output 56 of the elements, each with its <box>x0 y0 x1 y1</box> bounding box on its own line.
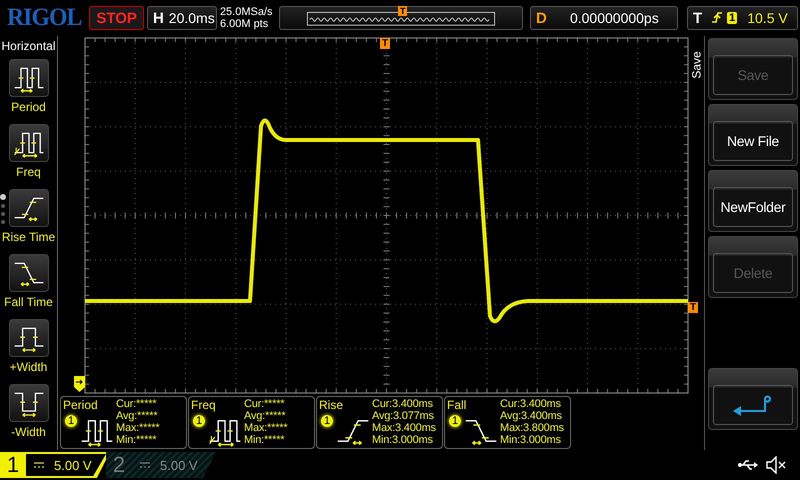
measure-label: Fall Time <box>4 295 53 309</box>
measurement-value: Min:***** <box>244 434 286 446</box>
measurement-value: Cur:***** <box>116 398 158 410</box>
timebase-display[interactable]: H 20.0ms <box>146 6 217 30</box>
measurement-value: Avg:3.400ms <box>500 410 563 422</box>
channel-badge: 1 <box>65 415 77 427</box>
channel-badge: 1 <box>449 415 461 427</box>
softkey-button[interactable]: New File <box>708 104 798 166</box>
measurement-value: Avg:3.077ms <box>372 410 435 422</box>
trigger-position-marker: T <box>380 38 390 49</box>
measurement-name: Freq <box>191 398 217 412</box>
trigger-level: 10.5 V <box>747 10 788 26</box>
measurement-name: Period <box>63 398 99 412</box>
measurement-value: Cur:3.400ms <box>372 398 434 410</box>
measurement-value: Max:***** <box>244 422 288 434</box>
channel-badge: 1 <box>193 415 205 427</box>
measure-label: Freq <box>16 165 41 179</box>
measure-label: -Width <box>11 425 46 439</box>
measurement-name: Fall <box>447 398 468 412</box>
measurement-value: Avg:***** <box>116 410 158 422</box>
softkey-button[interactable]: NewFolder <box>708 170 798 232</box>
measurement-value: Min:3.000ms <box>372 434 434 446</box>
channel-number: 2 <box>112 452 126 478</box>
measurement-value: Avg:***** <box>244 410 286 422</box>
channel-number: 1 <box>6 452 20 478</box>
measurement-value: Max:3.800ms <box>500 422 564 434</box>
trigger-position-marker: T <box>398 6 408 16</box>
brand-logo: RIGOL <box>6 4 82 32</box>
measurement-value: Cur:3.400ms <box>500 398 562 410</box>
trigger-level-marker: T <box>688 302 698 313</box>
measurement-value: Min:3.000ms <box>500 434 562 446</box>
measure-label: Rise Time <box>2 230 56 244</box>
menu-title: Save <box>690 51 704 79</box>
memory-depth: 6.00M pts <box>220 18 270 30</box>
channel-tab[interactable]: 2 5.00 V <box>106 452 216 478</box>
trigger-display[interactable]: T 1 10.5 V <box>686 6 798 30</box>
measurement-value: Max:3.400ms <box>372 422 436 434</box>
measurement-value: Min:***** <box>116 434 158 446</box>
measure-label: +Width <box>10 360 48 374</box>
channel-badge: 1 <box>321 415 333 427</box>
delay-value: 0.00000000ps <box>568 10 660 26</box>
delay-display[interactable]: D 0.00000000ps <box>530 6 678 30</box>
timebase-value: 20.0ms <box>168 10 215 26</box>
channel-scale: 5.00 V <box>54 458 92 472</box>
sample-rate: 25.0MSa/s <box>220 6 274 18</box>
stop-button[interactable]: STOP <box>89 6 144 30</box>
measurement-value: Cur:***** <box>244 398 286 410</box>
measure-label: Period <box>11 100 46 114</box>
channel-scale: 5.00 V <box>160 458 198 472</box>
delay-label: D <box>534 10 548 26</box>
measurement-name: Rise <box>319 398 344 412</box>
measurement-value: Max:***** <box>116 422 160 434</box>
trigger-source-badge: 1 <box>727 12 738 24</box>
trigger-label: T <box>692 10 704 26</box>
timebase-label: H <box>152 10 165 26</box>
menu-title: Horizontal <box>1 39 56 53</box>
